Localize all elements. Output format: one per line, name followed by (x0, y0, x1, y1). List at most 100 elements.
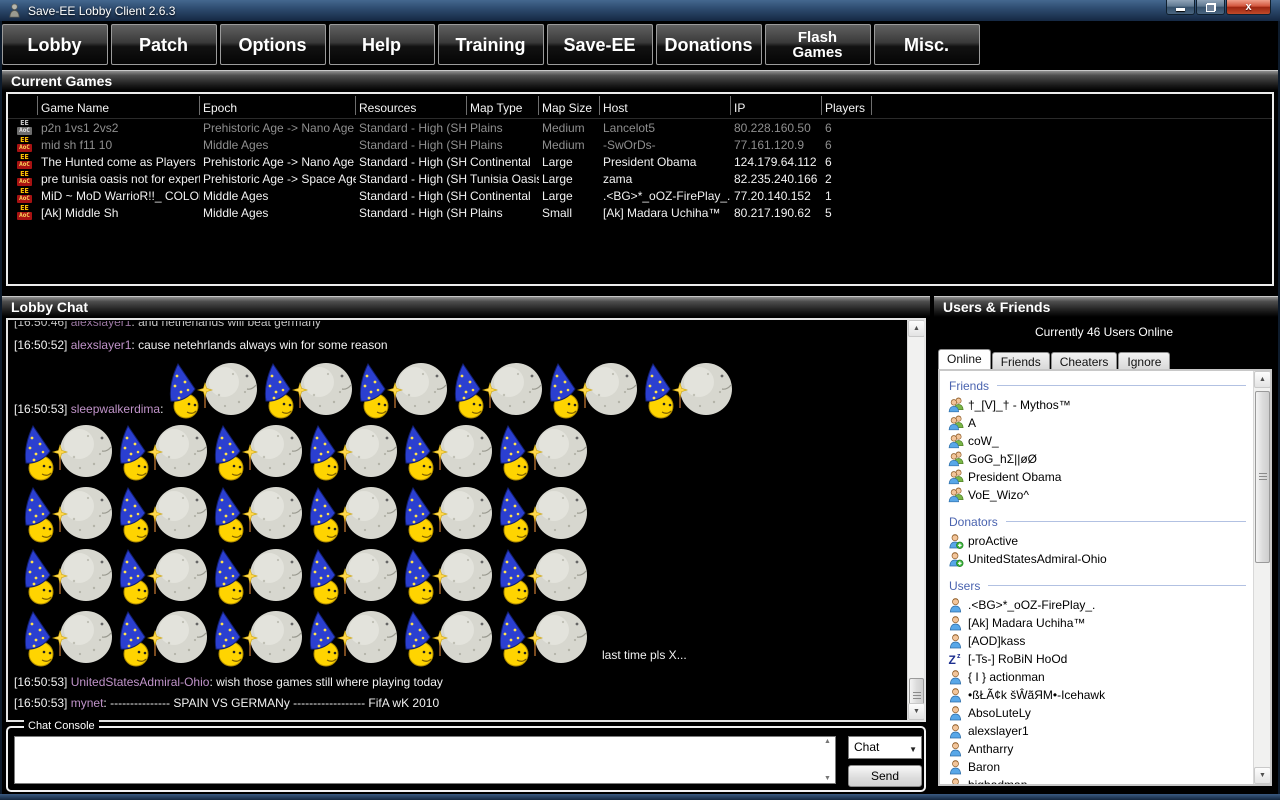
game-row[interactable]: EEAoCpre tunisia oasis not for expertPre… (8, 170, 1272, 187)
users-scroll-up-icon[interactable]: ▲ (1254, 371, 1271, 388)
wizard-and-ghost-emote (497, 486, 589, 544)
user-list-item[interactable]: [AOD]kass (947, 632, 1252, 650)
chat-timestamp: [16:50:53] (14, 696, 71, 710)
user-list-item[interactable]: alexslayer1 (947, 722, 1252, 740)
user-list-item[interactable]: AbsoLuteLy (947, 704, 1252, 722)
user-name: GoG_hΣ||øØ (968, 452, 1037, 466)
restore-button[interactable] (1196, 0, 1225, 15)
game-host: [Ak] Madara Uchiha™ (600, 206, 731, 220)
tab-online[interactable]: Online (938, 349, 991, 369)
friends-icon (947, 451, 964, 467)
column-header-ip[interactable]: IP (731, 96, 822, 115)
wizard-and-ghost-emote (642, 362, 734, 420)
user-name: [Ak] Madara Uchiha™ (968, 616, 1085, 630)
user-name: alexslayer1 (968, 724, 1029, 738)
channel-select[interactable]: Chat ▼ (848, 736, 922, 759)
user-list-item[interactable]: VoE_Wizo^ (947, 486, 1252, 504)
close-button[interactable]: x (1226, 0, 1271, 15)
menu-button-misc-[interactable]: Misc. (874, 24, 980, 65)
user-list-item[interactable]: GoG_hΣ||øØ (947, 450, 1252, 468)
user-list-item[interactable]: •ßŁÃ¢k šŴãЯM•-Icehawk (947, 686, 1252, 704)
user-list-item[interactable]: proActive (947, 532, 1252, 550)
user-name: President Obama (968, 470, 1061, 484)
users-scroll-down-icon[interactable]: ▼ (1254, 767, 1271, 784)
tab-friends[interactable]: Friends (992, 352, 1050, 369)
game-map-type: Continental (467, 155, 539, 169)
svg-text:Z: Z (949, 653, 956, 667)
input-scroll-down-icon[interactable]: ▼ (820, 775, 835, 782)
friends-icon (947, 397, 964, 413)
menu-button-patch[interactable]: Patch (111, 24, 217, 65)
user-name: { I } actionman (968, 670, 1045, 684)
wizard-and-ghost-emote (402, 548, 494, 606)
user-list-item[interactable]: President Obama (947, 468, 1252, 486)
game-ip: 80.217.190.62 (731, 206, 822, 220)
game-resources: Standard - High (SH) (356, 172, 467, 186)
column-header-map-size[interactable]: Map Size (539, 96, 600, 115)
user-list-item[interactable]: †_[V]_† - Mythos™ (947, 396, 1252, 414)
user-list-item[interactable]: UnitedStatesAdmiral-Ohio (947, 550, 1252, 568)
ee-aoc-game-icon: EEAoC (15, 188, 34, 204)
menu-button-lobby[interactable]: Lobby (2, 24, 108, 65)
menu-button-save-ee[interactable]: Save-EE (547, 24, 653, 65)
user-list-item[interactable]: Antharry (947, 740, 1252, 758)
user-list-item[interactable]: A (947, 414, 1252, 432)
game-row[interactable]: EEAoCThe Hunted come as PlayersPrehistor… (8, 153, 1272, 170)
minimize-button[interactable] (1166, 0, 1195, 15)
user-list-item[interactable]: Baron (947, 758, 1252, 776)
menu-button-donations[interactable]: Donations (656, 24, 762, 65)
chat-scrollbar[interactable]: ▲ ▼ (907, 320, 924, 720)
chat-username: UnitedStatesAdmiral-Ohio (71, 675, 210, 689)
game-host: zama (600, 172, 731, 186)
game-epoch: Middle Ages (200, 189, 356, 203)
tab-ignore[interactable]: Ignore (1118, 352, 1170, 369)
game-host: -SwOrDs- (600, 138, 731, 152)
user-list-item[interactable]: Zz[-Ts-] RoBiN HoOd (947, 650, 1252, 668)
wizard-and-ghost-emote (212, 548, 304, 606)
chat-console-group: Chat Console ▲ ▼ Chat ▼ Send (6, 726, 926, 792)
column-header-epoch[interactable]: Epoch (200, 96, 356, 115)
wizard-and-ghost-emote (402, 424, 494, 482)
user-list-item[interactable]: .<BG>*_oOZ-FirePlay_. (947, 596, 1252, 614)
menu-button-training[interactable]: Training (438, 24, 544, 65)
user-list-item[interactable]: coW_ (947, 432, 1252, 450)
game-name: MiD ~ MoD WarrioR!!_ COLOR (38, 189, 200, 203)
users-tabs: OnlineFriendsCheatersIgnore (938, 349, 1171, 369)
input-scroll-up-icon[interactable]: ▲ (820, 738, 835, 745)
section-header-donators: Donators (949, 513, 1252, 530)
users-scroll-thumb[interactable] (1255, 391, 1270, 563)
game-row[interactable]: EEAoC[Ak] Middle ShMiddle AgesStandard -… (8, 204, 1272, 221)
game-row[interactable]: EEAoCp2n 1vs1 2vs2Prehistoric Age -> Nan… (8, 119, 1272, 136)
user-list-item[interactable]: [Ak] Madara Uchiha™ (947, 614, 1252, 632)
window-border-bottom (0, 794, 1280, 800)
friends-icon (947, 415, 964, 431)
chat-scroll-down-icon[interactable]: ▼ (908, 703, 925, 720)
users-scrollbar[interactable]: ▲ ▼ (1253, 371, 1270, 784)
tab-cheaters[interactable]: Cheaters (1051, 352, 1118, 369)
send-button[interactable]: Send (848, 765, 922, 787)
game-row[interactable]: EEAoCmid sh f11 10Middle AgesStandard - … (8, 136, 1272, 153)
menu-button-help[interactable]: Help (329, 24, 435, 65)
chat-username: alexslayer1 (71, 321, 132, 329)
column-header-host[interactable]: Host (600, 96, 731, 115)
column-header-game-name[interactable]: Game Name (38, 96, 200, 115)
donator-icon (947, 533, 964, 549)
chat-scroll-up-icon[interactable]: ▲ (908, 320, 925, 337)
column-header-resources[interactable]: Resources (356, 96, 467, 115)
column-header-players[interactable]: Players (822, 96, 872, 115)
chat-username: sleepwalkerdima (71, 402, 160, 416)
column-header-map-type[interactable]: Map Type (467, 96, 539, 115)
menu-button-options[interactable]: Options (220, 24, 326, 65)
game-map-type: Plains (467, 206, 539, 220)
menu-button-flash-games[interactable]: Flash Games (765, 24, 871, 65)
chat-input[interactable] (14, 736, 836, 784)
chat-text: : wish those games still where playing t… (209, 675, 442, 689)
game-row[interactable]: EEAoC MiD ~ MoD WarrioR!!_ COLORMiddle Ag… (8, 187, 1272, 204)
chat-text: : cause netehrlands always win for some … (131, 338, 387, 352)
wizard-and-ghost-emote (167, 362, 259, 420)
user-list-item[interactable]: bigbadman (947, 776, 1252, 784)
ee-game-icon-gray: EEAoC (15, 120, 34, 136)
user-list-item[interactable]: { I } actionman (947, 668, 1252, 686)
chat-input-scroll[interactable]: ▲ ▼ (820, 737, 835, 783)
game-epoch: Middle Ages (200, 138, 356, 152)
